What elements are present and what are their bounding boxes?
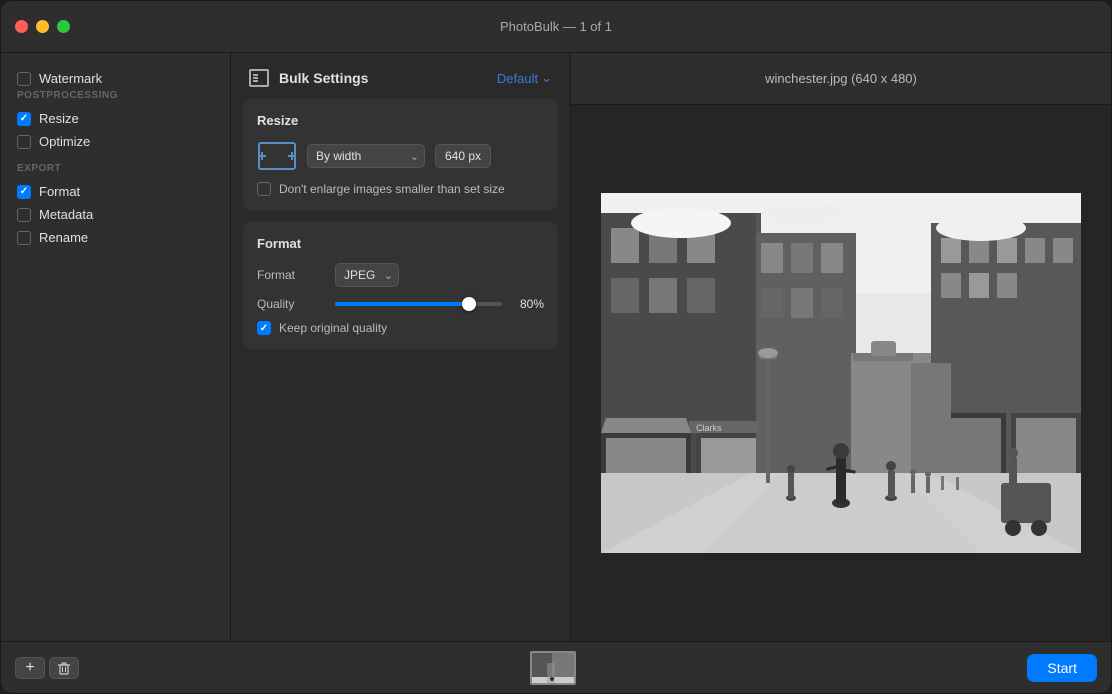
format-select-wrapper[interactable]: JPEG PNG TIFF GIF <box>335 263 399 287</box>
watermark-checkbox[interactable] <box>17 72 31 86</box>
format-card: Format Format JPEG PNG TIFF GIF Quality <box>243 222 558 349</box>
maximize-button[interactable] <box>57 20 70 33</box>
preview-image: Clarks <box>601 193 1081 553</box>
sidebar-item-metadata[interactable]: Metadata <box>1 203 230 226</box>
default-label: Default <box>497 71 538 86</box>
default-chevron: ⌄ <box>541 70 552 86</box>
app-window: PhotoBulk — 1 of 1 Watermark POSTPROCESS… <box>0 0 1112 694</box>
keep-original-label: Keep original quality <box>279 321 387 335</box>
svg-text:Clarks: Clarks <box>696 423 722 433</box>
bulk-settings-header: Bulk Settings Default ⌄ <box>231 53 570 99</box>
traffic-lights <box>15 20 70 33</box>
add-button[interactable]: + <box>15 657 45 679</box>
delete-button[interactable] <box>49 657 79 679</box>
resize-checkbox[interactable] <box>17 112 31 126</box>
filmstrip-thumb-1[interactable] <box>530 651 576 685</box>
quality-value: 80% <box>512 297 544 311</box>
bulk-settings-icon <box>249 69 269 87</box>
watermark-label: Watermark <box>39 71 102 86</box>
metadata-checkbox[interactable] <box>17 208 31 222</box>
resize-label: Resize <box>39 111 79 126</box>
keep-original-checkbox[interactable] <box>257 321 271 335</box>
settings-panel: Bulk Settings Default ⌄ Resize <box>231 53 571 641</box>
dont-enlarge-checkbox[interactable] <box>257 182 271 196</box>
format-select[interactable]: JPEG PNG TIFF GIF <box>335 263 399 287</box>
default-dropdown[interactable]: Default ⌄ <box>497 70 552 86</box>
bulk-settings-title: Bulk Settings <box>279 70 368 86</box>
keep-original-row[interactable]: Keep original quality <box>257 321 544 335</box>
quality-field-label: Quality <box>257 297 325 311</box>
quality-row: Quality 80% <box>257 297 544 311</box>
resize-mode-select[interactable]: By width By height By longest side By sh… <box>307 144 425 168</box>
main-content: Watermark POSTPROCESSING Resize Optimize… <box>1 53 1111 641</box>
format-label: Format <box>39 184 80 199</box>
format-row: Format JPEG PNG TIFF GIF <box>257 263 544 287</box>
sidebar: Watermark POSTPROCESSING Resize Optimize… <box>1 53 231 641</box>
rename-checkbox[interactable] <box>17 231 31 245</box>
resize-mode-select-wrapper[interactable]: By width By height By longest side By sh… <box>307 144 425 168</box>
resize-card-title: Resize <box>257 113 544 128</box>
format-checkbox[interactable] <box>17 185 31 199</box>
quality-slider-container: 80% <box>335 297 544 311</box>
sidebar-item-resize[interactable]: Resize <box>1 107 230 130</box>
rename-label: Rename <box>39 230 88 245</box>
resize-px-value: 640 px <box>435 144 491 168</box>
optimize-checkbox[interactable] <box>17 135 31 149</box>
format-card-title: Format <box>257 236 544 251</box>
sidebar-item-optimize[interactable]: Optimize <box>1 130 230 153</box>
metadata-label: Metadata <box>39 207 93 222</box>
sidebar-item-format[interactable]: Format <box>1 180 230 203</box>
optimize-label: Optimize <box>39 134 90 149</box>
filmstrip <box>79 651 1027 685</box>
start-button[interactable]: Start <box>1027 654 1097 682</box>
sidebar-item-watermark[interactable]: Watermark <box>1 67 230 90</box>
sidebar-item-rename[interactable]: Rename <box>1 226 230 249</box>
dont-enlarge-row[interactable]: Don't enlarge images smaller than set si… <box>257 182 544 196</box>
format-field-label: Format <box>257 268 325 282</box>
titlebar: PhotoBulk — 1 of 1 <box>1 1 1111 53</box>
filmstrip-thumb-image <box>532 653 576 685</box>
quality-slider-track[interactable] <box>335 302 502 306</box>
postprocessing-section-label: POSTPROCESSING <box>1 90 230 107</box>
trash-icon <box>57 661 71 675</box>
preview-image-container: Clarks <box>571 105 1111 641</box>
preview-header: winchester.jpg (640 x 480) <box>571 53 1111 105</box>
resize-icon <box>257 140 297 172</box>
export-section-label: EXPORT <box>1 163 230 180</box>
dont-enlarge-label: Don't enlarge images smaller than set si… <box>279 182 505 196</box>
preview-area: winchester.jpg (640 x 480) <box>571 53 1111 641</box>
bottom-bar: + <box>1 641 1111 693</box>
resize-card: Resize By width <box>243 99 558 210</box>
minimize-button[interactable] <box>36 20 49 33</box>
resize-row: By width By height By longest side By sh… <box>257 140 544 172</box>
window-title: PhotoBulk — 1 of 1 <box>500 19 612 34</box>
quality-slider-thumb[interactable] <box>462 297 476 311</box>
close-button[interactable] <box>15 20 28 33</box>
preview-filename: winchester.jpg (640 x 480) <box>765 71 917 86</box>
quality-slider-fill <box>335 302 469 306</box>
